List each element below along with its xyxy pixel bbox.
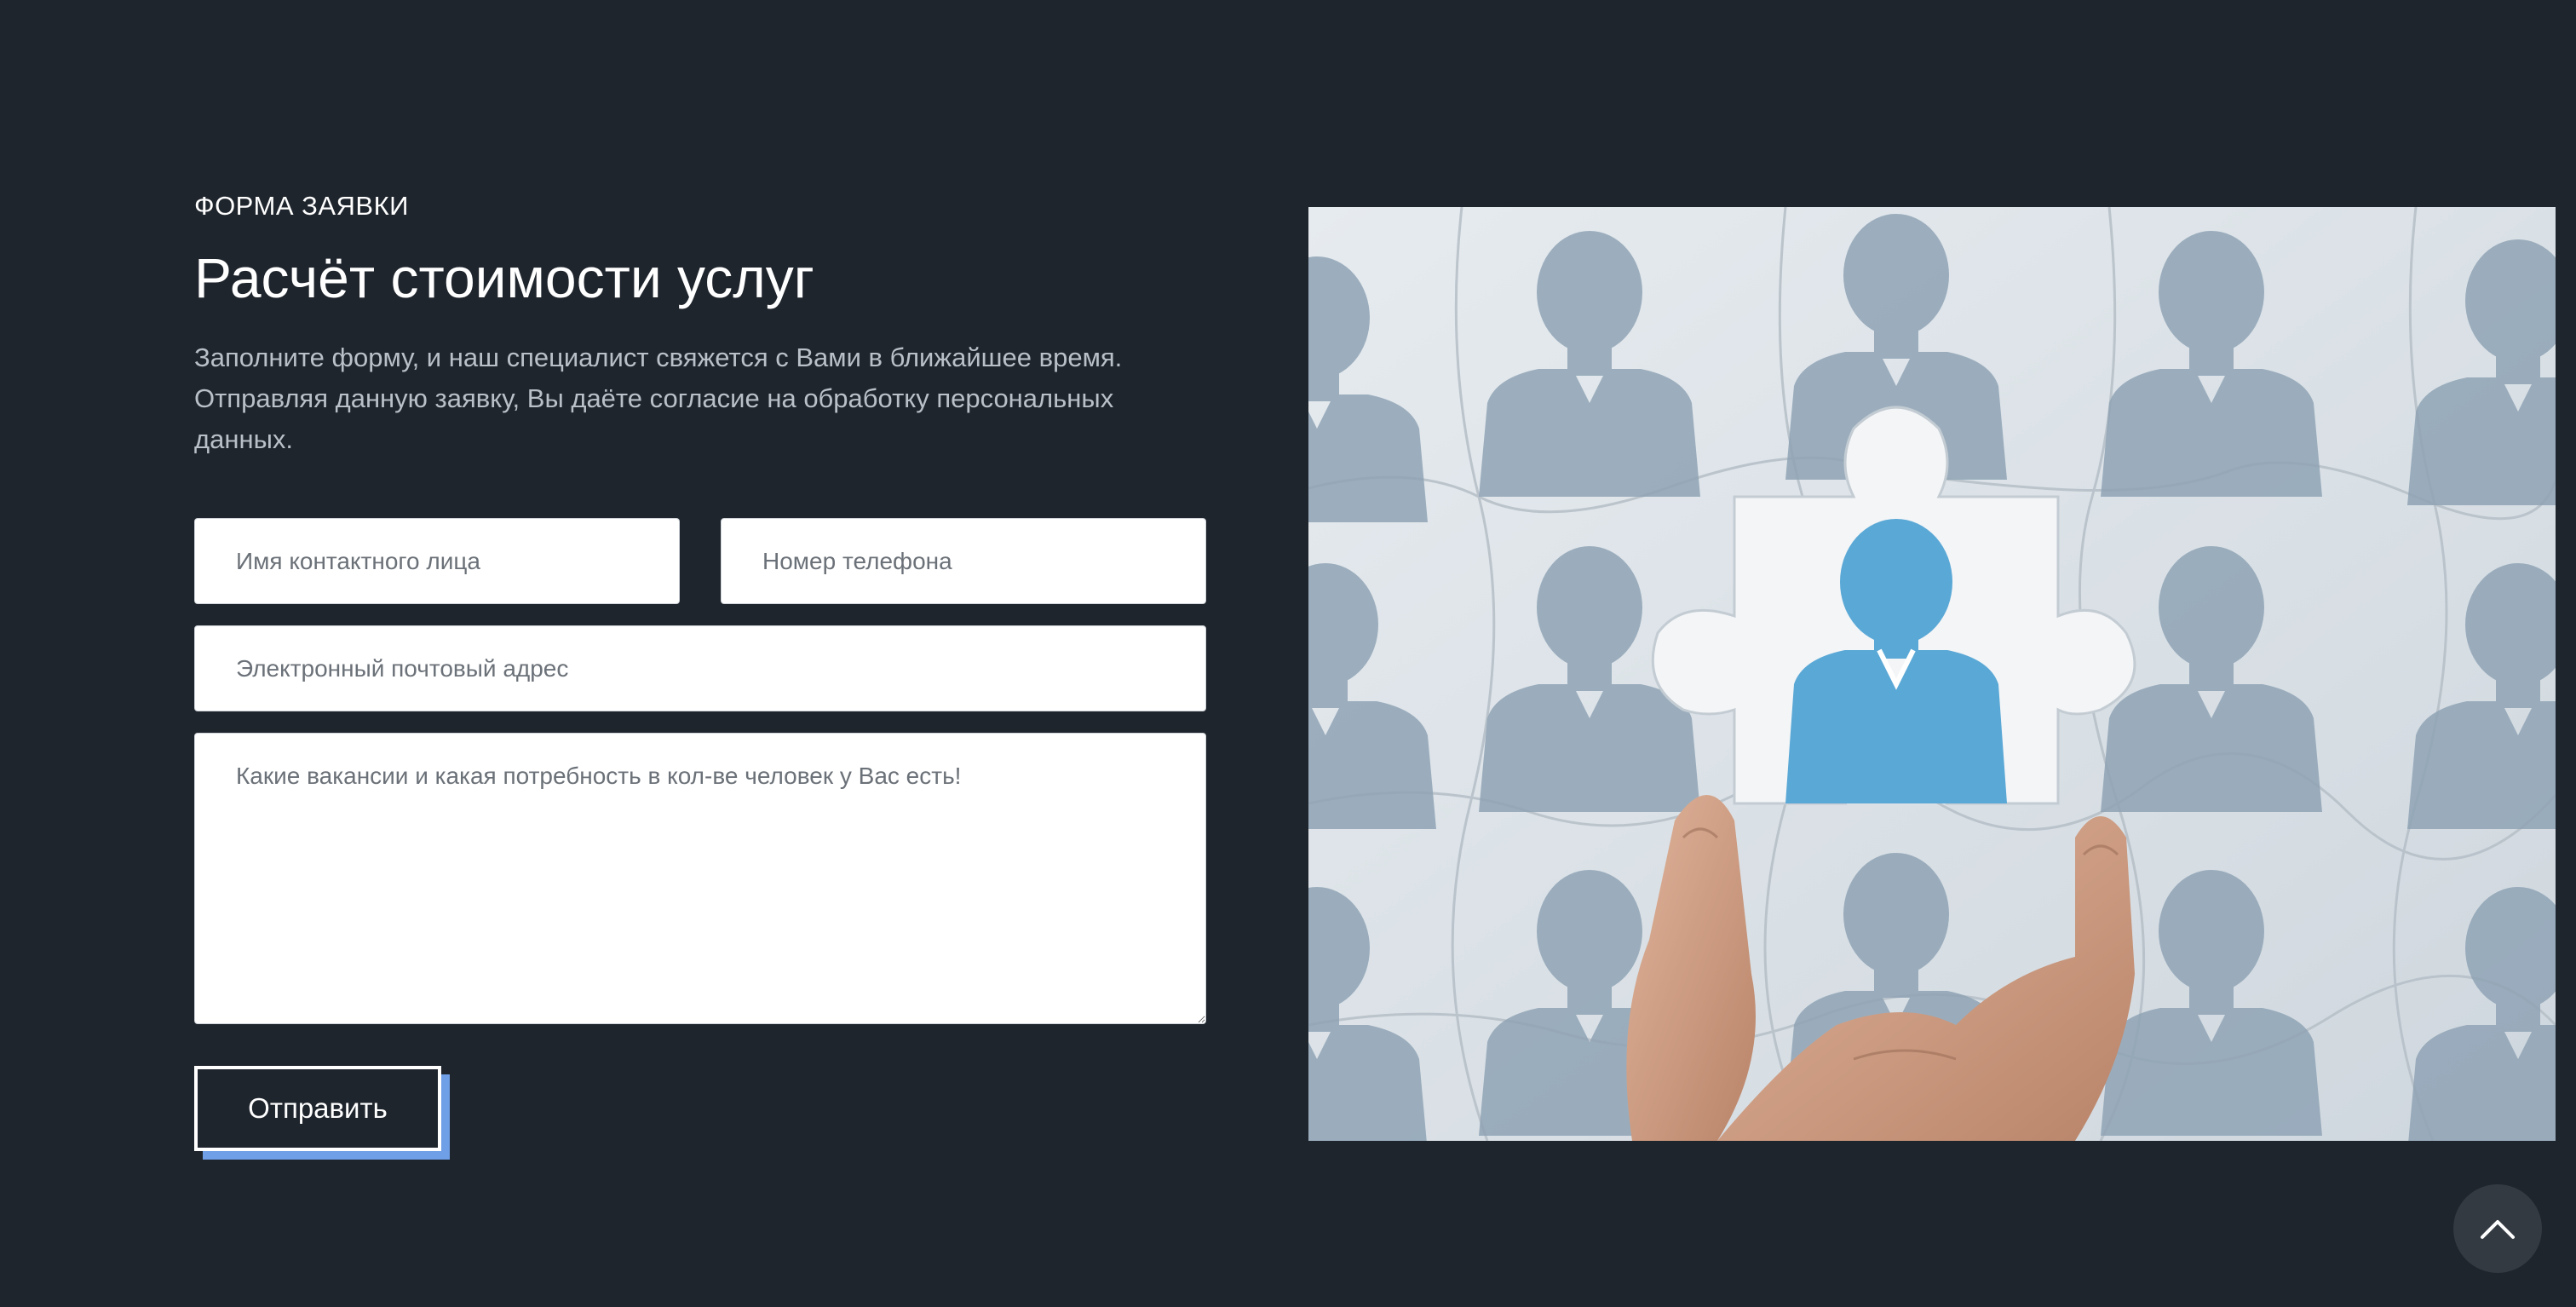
puzzle-person-photo [1308, 207, 2556, 1141]
scroll-top-button[interactable] [2453, 1184, 2542, 1273]
request-form: Отправить [194, 518, 1206, 1160]
name-phone-row [194, 518, 1206, 604]
phone-input[interactable] [721, 518, 1206, 604]
submit-button[interactable]: Отправить [194, 1066, 441, 1151]
email-input[interactable] [194, 625, 1206, 711]
contact-name-input[interactable] [194, 518, 680, 604]
chevron-up-icon [2481, 1220, 2515, 1239]
puzzle-image [1308, 207, 2556, 1141]
email-row [194, 625, 1206, 711]
message-textarea[interactable] [194, 733, 1206, 1024]
request-form-section: ФОРМА ЗАЯВКИ Расчёт стоимости услуг Запо… [194, 184, 1206, 1160]
section-eyebrow: ФОРМА ЗАЯВКИ [194, 191, 409, 221]
submit-button-wrapper: Отправить [194, 1066, 450, 1160]
form-description: Заполните форму, и наш специалист свяжет… [194, 343, 1123, 454]
page-title: Расчёт стоимости услуг [194, 246, 814, 309]
